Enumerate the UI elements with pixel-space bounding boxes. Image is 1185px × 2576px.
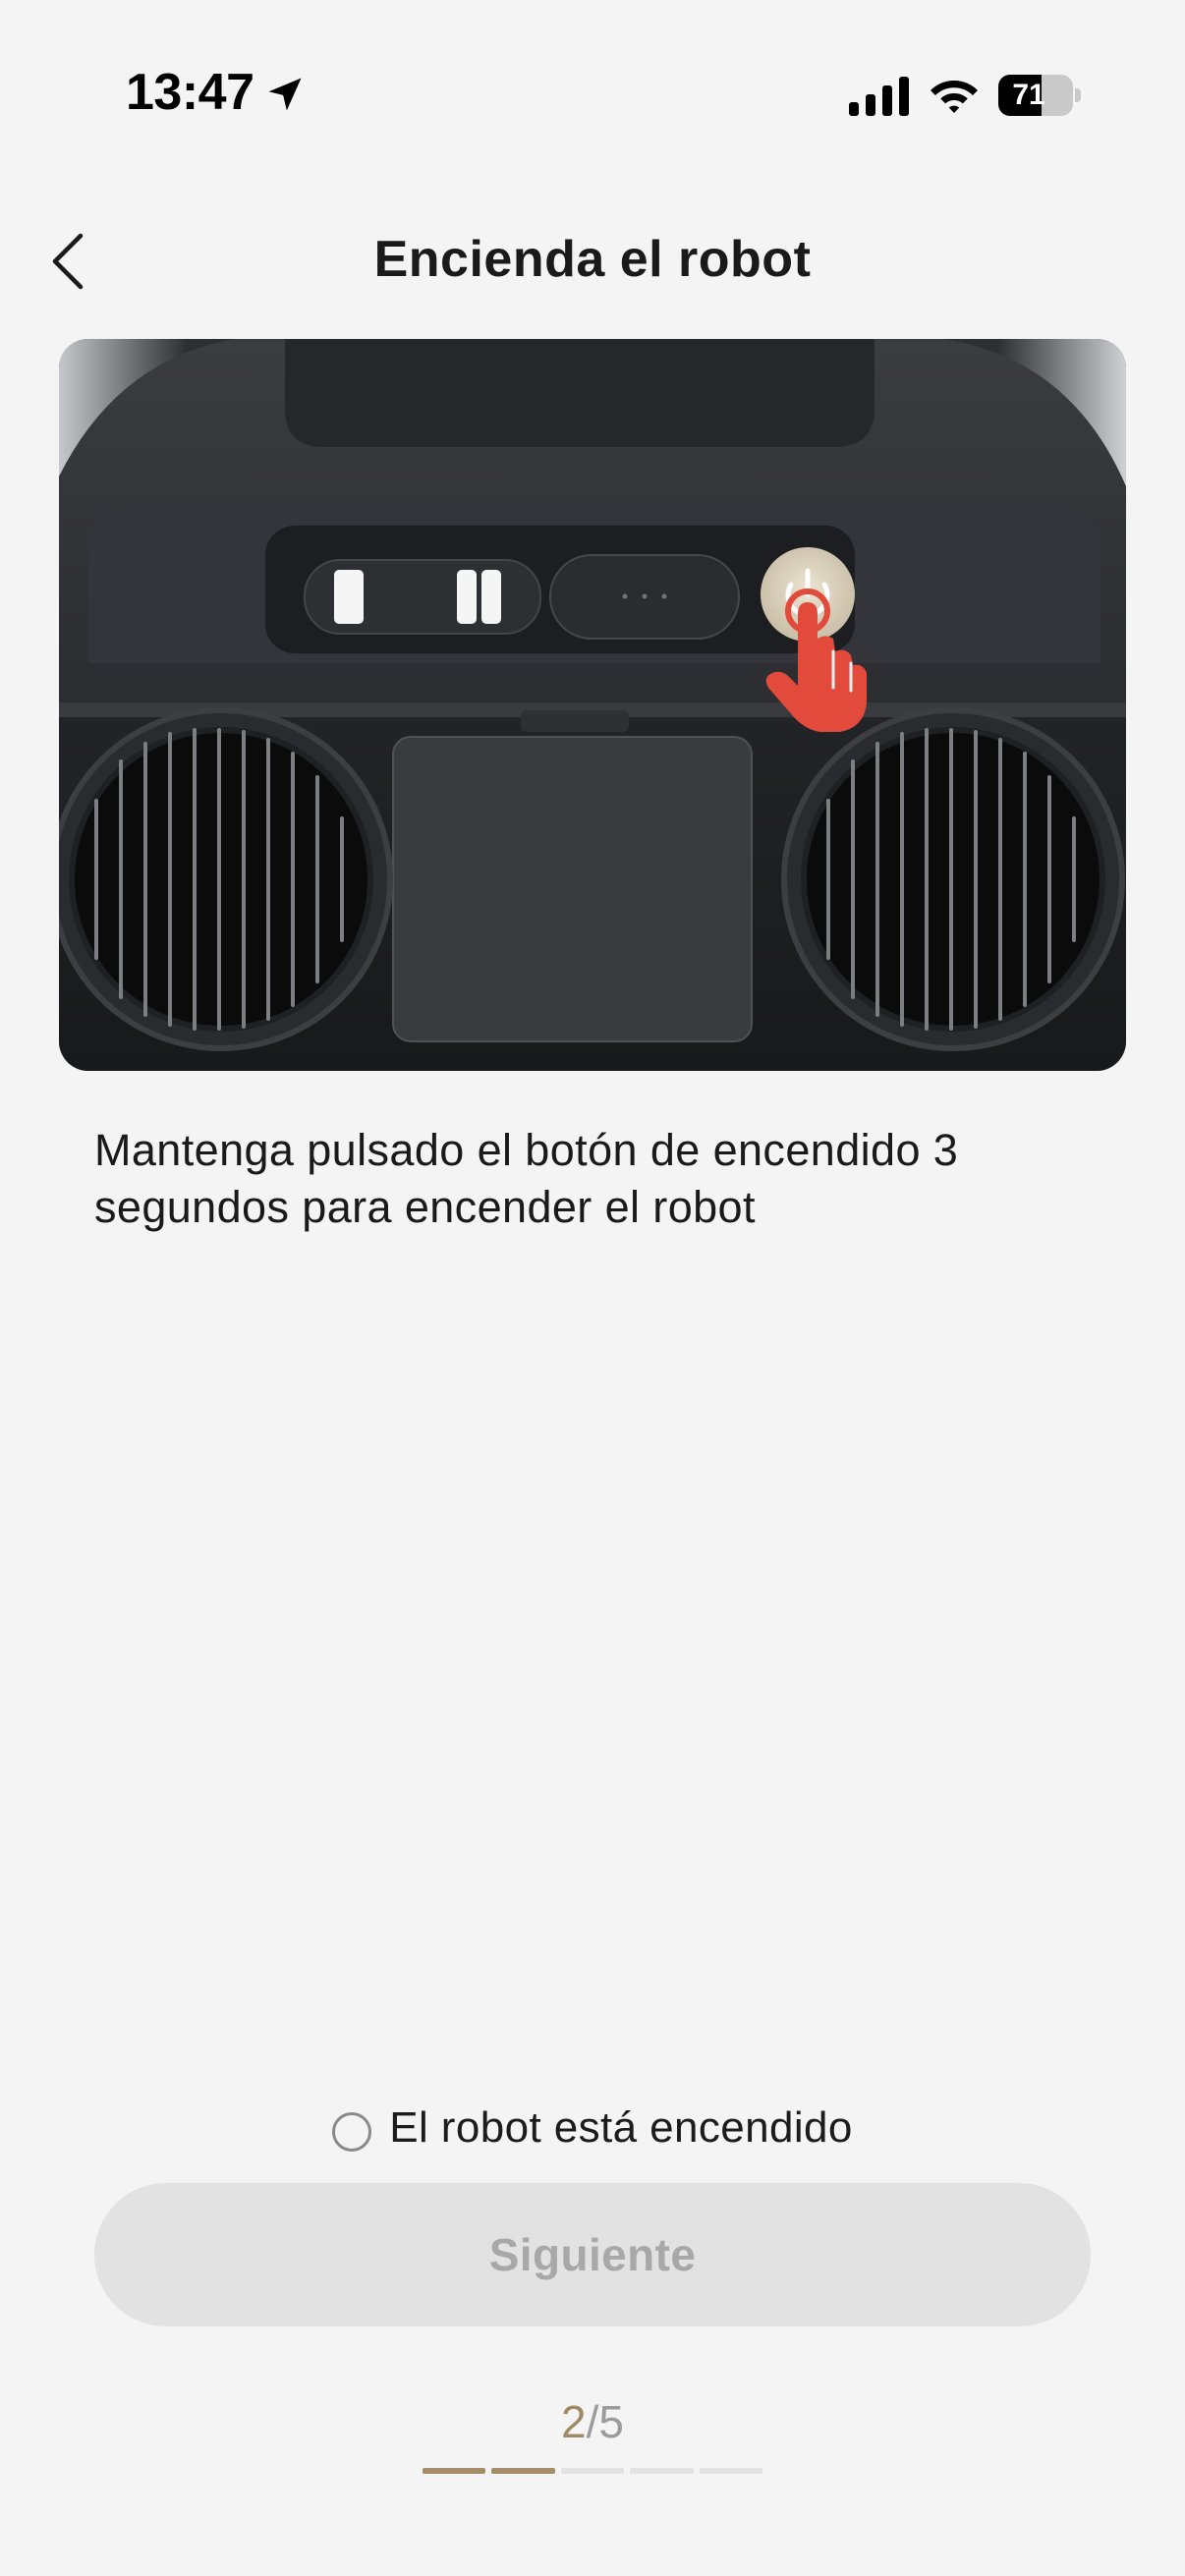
step-progress-bar xyxy=(423,2468,763,2474)
progress-segment xyxy=(560,2468,625,2474)
total-steps: /5 xyxy=(586,2396,624,2447)
robot-illustration xyxy=(59,339,1126,1071)
robot-on-label: El robot está encendido xyxy=(389,2103,853,2152)
nav-bar: Encienda el robot xyxy=(0,206,1185,314)
progress-segment xyxy=(423,2468,486,2474)
instruction-text: Mantenga pulsado el botón de encendido 3… xyxy=(94,1125,959,1232)
screen: 13:47 71 Encienda el robot Mantenga puls… xyxy=(0,0,1185,2576)
location-arrow-icon xyxy=(268,78,302,111)
current-step: 2 xyxy=(561,2396,587,2447)
progress-segment xyxy=(630,2468,694,2474)
battery-icon: 71 xyxy=(998,75,1081,116)
progress-segment xyxy=(699,2468,763,2474)
battery-cap xyxy=(1075,88,1081,102)
cellular-signal-icon xyxy=(849,77,909,116)
page-title: Encienda el robot xyxy=(373,231,812,288)
robot-illustration-image xyxy=(59,339,1126,1071)
progress-segment xyxy=(491,2468,555,2474)
next-button[interactable]: Siguiente xyxy=(94,2183,1091,2326)
step-counter: 2/5 xyxy=(0,2395,1185,2448)
robot-on-checkbox[interactable]: El robot está encendido xyxy=(0,2099,1185,2157)
battery-body: 71 xyxy=(998,75,1073,116)
wifi-icon xyxy=(931,81,978,113)
radio-circle-icon[interactable] xyxy=(332,2112,372,2152)
status-time: 13:47 xyxy=(126,64,254,121)
battery-level: 71 xyxy=(1012,79,1045,111)
status-bar: 13:47 71 xyxy=(0,0,1185,187)
